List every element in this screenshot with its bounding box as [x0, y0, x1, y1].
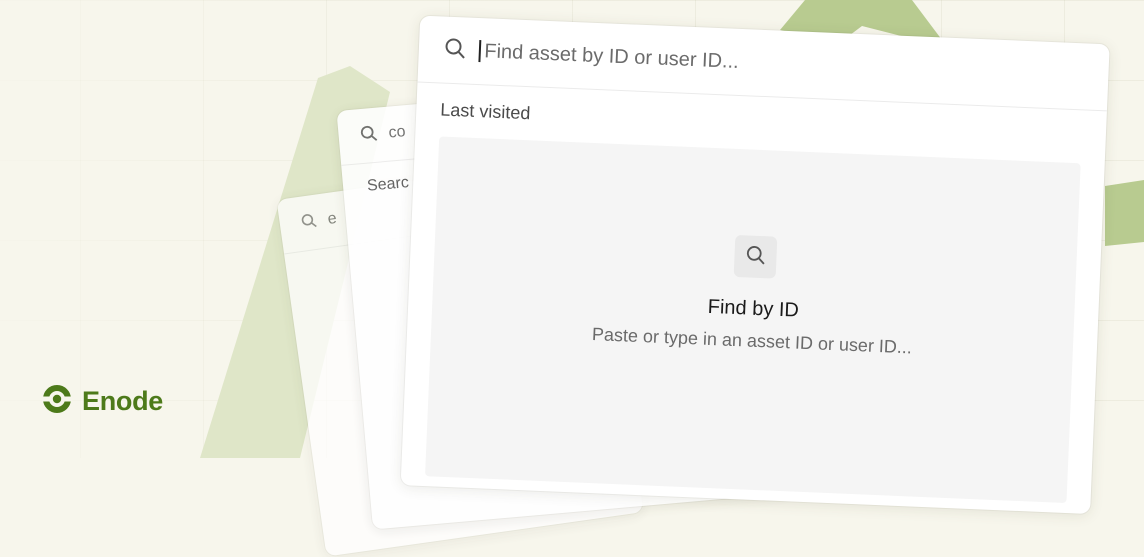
- search-icon: [442, 35, 467, 65]
- enode-logo-icon: [42, 384, 72, 419]
- empty-state-panel: Find by ID Paste or type in an asset ID …: [425, 136, 1081, 504]
- search-dialog: Last visited Find by ID Paste or type in…: [400, 15, 1110, 515]
- back-search-text-2: co: [387, 123, 407, 142]
- brand-name: Enode: [82, 386, 164, 416]
- search-icon: [744, 243, 767, 271]
- empty-state-subtitle: Paste or type in an asset ID or user ID.…: [591, 324, 913, 358]
- back-search-text-3: e: [326, 209, 338, 228]
- text-caret: [478, 40, 481, 63]
- search-input[interactable]: [481, 38, 1085, 89]
- search-icon: [298, 210, 319, 235]
- brand-logo: Enode: [42, 384, 163, 419]
- search-icon: [358, 122, 380, 149]
- empty-state-title: Find by ID: [707, 295, 800, 322]
- empty-state-search-badge: [733, 234, 778, 279]
- bg-shape-right: [1105, 180, 1144, 246]
